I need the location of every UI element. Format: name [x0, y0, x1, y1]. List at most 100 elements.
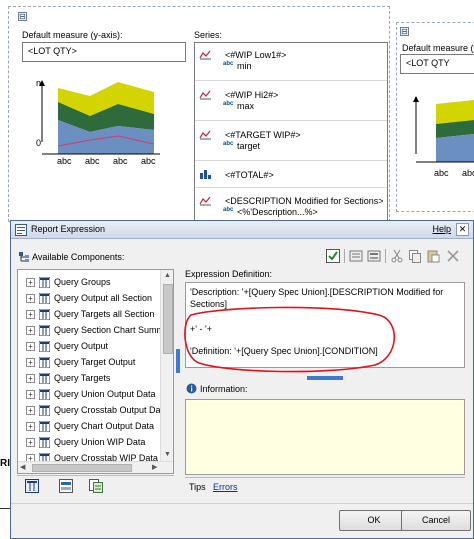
tree-item-label: Query Output	[54, 341, 109, 351]
expand-icon[interactable]: +	[26, 310, 35, 319]
tree-vertical-scrollbar[interactable]: ▲ ▼	[160, 270, 173, 461]
scrollbar-thumb[interactable]	[32, 464, 132, 472]
components-tabs	[17, 475, 174, 495]
default-measure-field-right[interactable]: <LOT QTY	[400, 54, 474, 74]
tree-item-query-groups[interactable]: + Query Groups	[18, 275, 173, 290]
query-icon	[39, 277, 50, 288]
scrollbar-thumb[interactable]	[163, 284, 173, 354]
expand-icon[interactable]: +	[26, 374, 35, 383]
paste-icon[interactable]	[426, 249, 440, 263]
available-components-label: Available Components:	[32, 252, 125, 262]
expand-icon[interactable]: +	[26, 406, 35, 415]
tab-divider	[185, 477, 465, 478]
validate-check-icon[interactable]	[326, 249, 340, 263]
expand-icon[interactable]: +	[26, 294, 35, 303]
expand-icon[interactable]: +	[26, 422, 35, 431]
line-series-icon	[199, 50, 211, 60]
components-tree[interactable]: + Query Groups + Query Output all Sectio…	[17, 269, 174, 474]
tree-item-query-target-output[interactable]: + Query Target Output	[18, 355, 173, 370]
filter-icon[interactable]	[349, 249, 363, 263]
query-icon	[39, 405, 50, 416]
query-icon	[39, 389, 50, 400]
cancel-button[interactable]: Cancel	[401, 510, 471, 531]
series-list: <#WIP Low1#> abc min <#WIP Hi2#> abc max…	[194, 42, 388, 222]
scroll-up-arrow-icon[interactable]: ▲	[161, 270, 173, 282]
tree-item-label: Query Groups	[54, 277, 111, 287]
abc-data-icon: abc	[223, 207, 234, 213]
line-series-icon	[199, 90, 211, 100]
query-icon	[39, 293, 50, 304]
series-item-wip-low[interactable]: <#WIP Low1#> abc min	[199, 47, 379, 77]
expand-icon[interactable]: +	[26, 278, 35, 287]
series-label: Series:	[194, 30, 223, 40]
expression-definition-label: Expression Definition:	[185, 269, 273, 279]
y-axis-n-label: n	[36, 78, 42, 88]
series-item-wip-hi[interactable]: <#WIP Hi2#> abc max	[199, 87, 379, 117]
tree-item-query-output[interactable]: + Query Output	[18, 339, 173, 354]
line-series-icon	[199, 130, 211, 140]
tree-item-query-chart-output-data[interactable]: + Query Chart Output Data	[18, 419, 173, 434]
tree-item-query-targets[interactable]: + Query Targets	[18, 371, 173, 386]
series-item-target-wip[interactable]: <#TARGET WIP#> abc target	[199, 127, 379, 157]
query-icon	[39, 357, 50, 368]
scroll-left-arrow-icon[interactable]: ◀	[20, 463, 25, 471]
bar-series-icon	[200, 170, 211, 179]
tree-item-label: Query Union WIP Data	[54, 437, 146, 447]
series-name: <#TARGET WIP#>	[225, 130, 301, 140]
tab-tips[interactable]: Tips	[189, 482, 206, 492]
x-tick-label: abc	[57, 156, 72, 166]
tree-horizontal-scrollbar[interactable]: ◀ ▶	[18, 461, 173, 473]
tree-item-label: Query Targets all Section	[54, 309, 155, 319]
expand-icon[interactable]: +	[26, 390, 35, 399]
tree-item-query-targets-all-section[interactable]: + Query Targets all Section	[18, 307, 173, 322]
tree-item-query-union-wip-data[interactable]: + Query Union WIP Data	[18, 435, 173, 450]
expand-icon[interactable]: +	[26, 342, 35, 351]
query-icon	[39, 421, 50, 432]
copy-icon[interactable]	[408, 249, 422, 263]
default-measure-label-right: Default measure (y-axis	[402, 43, 474, 53]
delete-icon[interactable]	[446, 249, 460, 263]
divider	[195, 80, 387, 81]
available-components-icon	[19, 252, 29, 262]
collapse-left-section-button[interactable]: ⊟	[18, 12, 27, 21]
left-edge-line	[0, 508, 10, 509]
scroll-right-arrow-icon[interactable]: ▶	[152, 463, 157, 471]
query-icon	[39, 325, 50, 336]
line-series-icon	[199, 196, 211, 206]
query-icon	[39, 309, 50, 320]
tab-errors[interactable]: Errors	[213, 482, 238, 492]
tree-item-label: Query Output all Section	[54, 293, 153, 303]
tree-item-query-output-all-section[interactable]: + Query Output all Section	[18, 291, 173, 306]
close-button[interactable]: ✕	[456, 223, 469, 236]
series-item-description[interactable]: <DESCRIPTION Modified for Sections> abc …	[199, 193, 384, 221]
divider	[195, 160, 387, 161]
tree-item-query-crosstab-output-data[interactable]: + Query Crosstab Output Dat	[18, 403, 173, 418]
expand-icon[interactable]: +	[26, 326, 35, 335]
properties-icon[interactable]	[367, 249, 381, 263]
abc-data-icon: abc	[223, 141, 234, 147]
tree-item-query-section-chart-summary[interactable]: + Query Section Chart Summa	[18, 323, 173, 338]
report-expression-icon	[15, 224, 27, 236]
x-tick-label: abc	[141, 156, 156, 166]
scroll-down-arrow-icon[interactable]: ▼	[161, 449, 173, 461]
series-name: <#WIP Low1#>	[225, 50, 287, 60]
cut-icon[interactable]	[390, 249, 404, 263]
vertical-splitter-handle[interactable]	[307, 376, 343, 380]
collapse-right-section-button[interactable]: ⊟	[400, 27, 409, 36]
tree-item-query-union-output-data[interactable]: + Query Union Output Data	[18, 387, 173, 402]
toolbar-divider	[344, 249, 345, 263]
default-measure-field[interactable]: <LOT QTY>	[22, 42, 186, 62]
tree-item-label: Query Chart Output Data	[54, 421, 155, 431]
red-annotation-ellipse	[184, 306, 396, 373]
tab-functions-icon[interactable]	[89, 479, 103, 493]
tab-source-icon[interactable]	[25, 479, 39, 493]
dialog-titlebar[interactable]: Report Expression Help ✕	[11, 221, 473, 239]
abc-data-icon: abc	[223, 61, 234, 67]
tab-data-items-icon[interactable]	[59, 479, 73, 493]
information-label: Information:	[200, 384, 248, 394]
expand-icon[interactable]: +	[26, 438, 35, 447]
expand-icon[interactable]: +	[26, 358, 35, 367]
help-link[interactable]: Help	[432, 224, 451, 234]
toolbar-divider	[385, 249, 386, 263]
ok-button[interactable]: OK	[339, 510, 409, 531]
